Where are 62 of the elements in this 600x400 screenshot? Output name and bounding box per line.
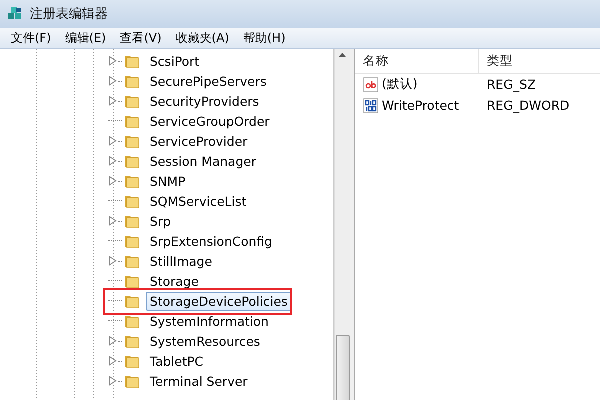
expand-arrow-icon[interactable] — [108, 156, 118, 166]
folder-icon — [124, 153, 140, 169]
tree-item[interactable]: TabletPC — [146, 352, 208, 370]
folder-icon — [124, 133, 140, 149]
tree-item[interactable]: Storage — [146, 272, 203, 290]
expand-arrow-icon[interactable] — [108, 376, 118, 386]
tree-item[interactable]: ServiceGroupOrder — [146, 112, 274, 130]
folder-icon — [124, 73, 140, 89]
window-title: 注册表编辑器 — [30, 6, 108, 23]
tree-item[interactable]: SrpExtensionConfig — [146, 232, 276, 250]
menu-item[interactable]: 查看(V) — [113, 28, 169, 48]
folder-icon — [124, 373, 140, 389]
vertical-scrollbar[interactable] — [334, 49, 350, 400]
tree-item[interactable]: Session Manager — [146, 152, 260, 170]
tree-item[interactable]: SecurePipeServers — [146, 72, 271, 90]
folder-icon — [124, 233, 140, 249]
expand-arrow-icon[interactable] — [108, 256, 118, 266]
tree-item[interactable]: Srp — [146, 212, 176, 230]
string-value-icon — [363, 76, 379, 92]
folder-icon — [124, 333, 140, 349]
tree-item[interactable]: StillImage — [146, 252, 216, 270]
value-name[interactable]: WriteProtect — [382, 98, 460, 113]
tree-item[interactable]: SQMServiceList — [146, 192, 251, 210]
expand-arrow-icon[interactable] — [108, 336, 118, 346]
folder-icon — [124, 193, 140, 209]
folder-icon — [124, 353, 140, 369]
menu-item[interactable]: 帮助(H) — [236, 28, 293, 48]
folder-icon — [124, 173, 140, 189]
menu-item[interactable]: 编辑(E) — [58, 28, 114, 48]
expand-arrow-icon[interactable] — [108, 356, 118, 366]
value-name[interactable]: (默认) — [382, 76, 418, 93]
menu-item[interactable]: 文件(F) — [4, 28, 58, 48]
tree-item[interactable]: Terminal Server — [146, 372, 252, 390]
expand-arrow-icon[interactable] — [108, 76, 118, 86]
column-header[interactable]: 名称 — [355, 49, 479, 73]
tree-item[interactable]: ScsiPort — [146, 52, 204, 70]
tree-item[interactable]: SecurityProviders — [146, 92, 264, 110]
column-header[interactable]: 类型 — [479, 49, 513, 73]
expand-arrow-icon[interactable] — [108, 176, 118, 186]
folder-icon — [124, 93, 140, 109]
folder-icon — [124, 53, 140, 69]
folder-icon — [124, 313, 140, 329]
expand-arrow-icon[interactable] — [108, 216, 118, 226]
tree-item[interactable]: StorageDevicePolicies — [146, 292, 292, 310]
expand-arrow-icon[interactable] — [108, 96, 118, 106]
tree-item[interactable]: ServiceProvider — [146, 132, 252, 150]
expand-arrow-icon[interactable] — [108, 56, 118, 66]
binary-value-icon — [363, 98, 379, 114]
folder-icon — [124, 113, 140, 129]
tree-item[interactable]: SystemResources — [146, 332, 264, 350]
folder-icon — [124, 273, 140, 289]
tree-item[interactable]: SystemInformation — [146, 312, 273, 330]
folder-icon — [124, 293, 140, 309]
folder-icon — [124, 253, 140, 269]
value-type: REG_DWORD — [487, 98, 570, 113]
expand-arrow-icon[interactable] — [108, 136, 118, 146]
folder-icon — [124, 213, 140, 229]
tree-item[interactable]: SNMP — [146, 172, 190, 190]
scroll-thumb[interactable] — [336, 335, 350, 400]
scroll-up-icon[interactable] — [338, 51, 347, 60]
menu-item[interactable]: 收藏夹(A) — [168, 28, 236, 48]
value-type: REG_SZ — [487, 77, 536, 92]
